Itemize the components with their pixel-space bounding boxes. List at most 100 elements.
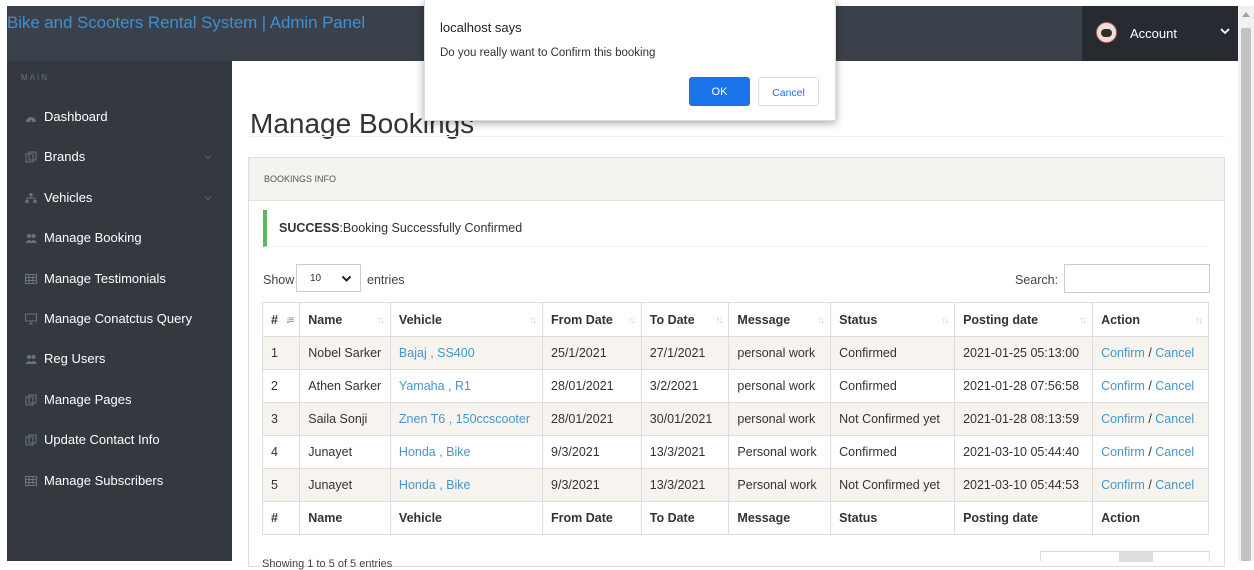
cell-action: Confirm / Cancel: [1092, 435, 1209, 469]
column-header-label: From Date: [551, 312, 613, 327]
scroll-up-arrow-icon[interactable]: [1242, 12, 1250, 17]
cell-vehicle[interactable]: Yamaha , R1: [389, 369, 544, 403]
files-icon: [25, 434, 37, 446]
table-icon: [25, 475, 37, 486]
main-content: Manage Bookings BOOKINGS INFO SUCCESS:Bo…: [232, 61, 1238, 567]
cell-from: 9/3/2021: [542, 468, 642, 502]
page-scrollbar[interactable]: [1238, 6, 1254, 561]
cell-text: Confirmed: [839, 346, 897, 360]
desktop-icon: [25, 313, 37, 325]
column-header[interactable]: From Date ↑↓: [542, 302, 642, 337]
cell-name: Junayet: [299, 468, 391, 502]
column-header[interactable]: # ↓≡: [261, 302, 301, 337]
confirm-link[interactable]: Confirm: [1101, 412, 1145, 426]
cell-num: 1: [261, 336, 301, 370]
chevron-down-icon: [341, 275, 352, 282]
confirm-link[interactable]: Confirm: [1101, 445, 1145, 459]
app-brand-title[interactable]: Bike and Scooters Rental System | Admin …: [7, 13, 365, 33]
column-footer-label: #: [271, 511, 278, 525]
cell-name: Nobel Sarker: [299, 336, 391, 370]
cell-from: 25/1/2021: [542, 336, 642, 370]
column-header[interactable]: Action ↑↓: [1092, 302, 1209, 337]
sidebar-item-label: Manage Booking: [44, 230, 142, 246]
cell-text: Not Confirmed yet: [839, 478, 940, 492]
confirm-link[interactable]: Confirm: [1101, 346, 1145, 360]
cell-status: Confirmed: [830, 336, 956, 370]
cell-text: Saila Sonji: [308, 412, 368, 426]
scroll-thumb[interactable]: [1241, 28, 1251, 561]
sidebar-item-reg-users[interactable]: Reg Users: [7, 339, 232, 379]
vehicle-link[interactable]: Honda , Bike: [399, 445, 471, 459]
cell-message: Personal work: [728, 468, 832, 502]
cell-text: 3: [271, 412, 278, 426]
pagination[interactable]: [1040, 551, 1210, 562]
confirm-link[interactable]: Confirm: [1101, 478, 1145, 492]
search-input[interactable]: [1064, 264, 1210, 293]
sitemap-icon: [25, 192, 37, 203]
cell-vehicle[interactable]: Znen T6 , 150ccscooter: [389, 402, 544, 436]
cell-vehicle[interactable]: Honda , Bike: [389, 468, 544, 502]
sidebar-item-brands[interactable]: Brands: [7, 137, 232, 177]
column-footer: Vehicle: [389, 501, 544, 535]
cell-text: Personal work: [737, 445, 817, 459]
cell-text: 5: [271, 478, 278, 492]
action-separator: /: [1144, 379, 1156, 393]
sidebar-section-title: MAIN: [21, 73, 49, 82]
vehicle-link[interactable]: Yamaha , R1: [399, 379, 471, 393]
cell-text: 4: [271, 445, 278, 459]
cell-text: 2: [271, 379, 278, 393]
column-header[interactable]: Vehicle ↑↓: [389, 302, 544, 337]
cancel-link[interactable]: Cancel: [1155, 478, 1194, 492]
sidebar-item-manage-subscribers[interactable]: Manage Subscribers: [7, 461, 232, 501]
sidebar-item-manage-pages[interactable]: Manage Pages: [7, 380, 232, 420]
column-header-label: Vehicle: [398, 312, 443, 327]
column-footer-label: Vehicle: [398, 511, 443, 525]
cell-text: Athen Sarker: [308, 379, 382, 393]
column-header-label: Posting date: [963, 312, 1039, 327]
sidebar-item-label: Reg Users: [44, 351, 106, 367]
cell-vehicle[interactable]: Bajaj , SS400: [389, 336, 544, 370]
column-header[interactable]: Posting date ↑↓: [954, 302, 1094, 337]
bookings-table: # ↓≡ Name ↑↓ Vehicle ↑↓ From Date ↑↓ To Date ↑↓ Me…: [261, 302, 1209, 535]
column-header[interactable]: Status ↑↓: [830, 302, 956, 337]
cell-text: Confirmed: [839, 379, 897, 393]
vehicle-link[interactable]: Honda , Bike: [399, 478, 471, 492]
cell-text: Personal work: [737, 478, 817, 492]
confirm-link[interactable]: Confirm: [1101, 379, 1145, 393]
cell-text: personal work: [737, 346, 816, 360]
cell-status: Not Confirmed yet: [830, 402, 956, 436]
cancel-link[interactable]: Cancel: [1155, 379, 1194, 393]
column-header[interactable]: Name ↑↓: [299, 302, 391, 337]
sidebar-item-manage-booking[interactable]: Manage Booking: [7, 218, 232, 258]
sidebar-item-vehicles[interactable]: Vehicles: [7, 178, 232, 218]
action-separator: /: [1144, 412, 1156, 426]
sidebar-item-label: Manage Testimonials: [44, 270, 166, 286]
sidebar-item-update-contact-info[interactable]: Update Contact Info: [7, 420, 232, 460]
entries-select[interactable]: 10: [296, 264, 361, 292]
column-footer-label: From Date: [551, 511, 613, 525]
sidebar-item-manage-testimonials[interactable]: Manage Testimonials: [7, 259, 232, 299]
cell-status: Confirmed: [830, 369, 956, 403]
cell-num: 3: [261, 402, 301, 436]
column-footer: Status: [830, 501, 956, 535]
alert-strong: SUCCESS: [279, 221, 340, 235]
vehicle-link[interactable]: Bajaj , SS400: [399, 346, 475, 360]
sidebar-item-manage-conatctus-query[interactable]: Manage Conatctus Query: [7, 299, 232, 339]
files-icon: [25, 394, 37, 406]
sort-icon: ↑↓: [376, 315, 385, 326]
cancel-link[interactable]: Cancel: [1155, 412, 1194, 426]
cell-message: personal work: [728, 336, 832, 370]
cell-vehicle[interactable]: Honda , Bike: [389, 435, 544, 469]
cancel-link[interactable]: Cancel: [1155, 445, 1194, 459]
cancel-link[interactable]: Cancel: [1155, 346, 1194, 360]
column-footer-label: Name: [308, 511, 343, 525]
sidebar-item-dashboard[interactable]: Dashboard: [7, 97, 232, 137]
account-menu[interactable]: Account: [1082, 6, 1246, 61]
cancel-button[interactable]: Cancel: [758, 77, 819, 106]
ok-button[interactable]: OK: [689, 77, 750, 106]
vehicle-link[interactable]: Znen T6 , 150ccscooter: [399, 412, 530, 426]
column-header[interactable]: Message ↑↓: [728, 302, 832, 337]
column-header[interactable]: To Date ↑↓: [640, 302, 730, 337]
column-footer-label: Status: [839, 511, 878, 525]
column-footer: Posting date: [954, 501, 1094, 535]
